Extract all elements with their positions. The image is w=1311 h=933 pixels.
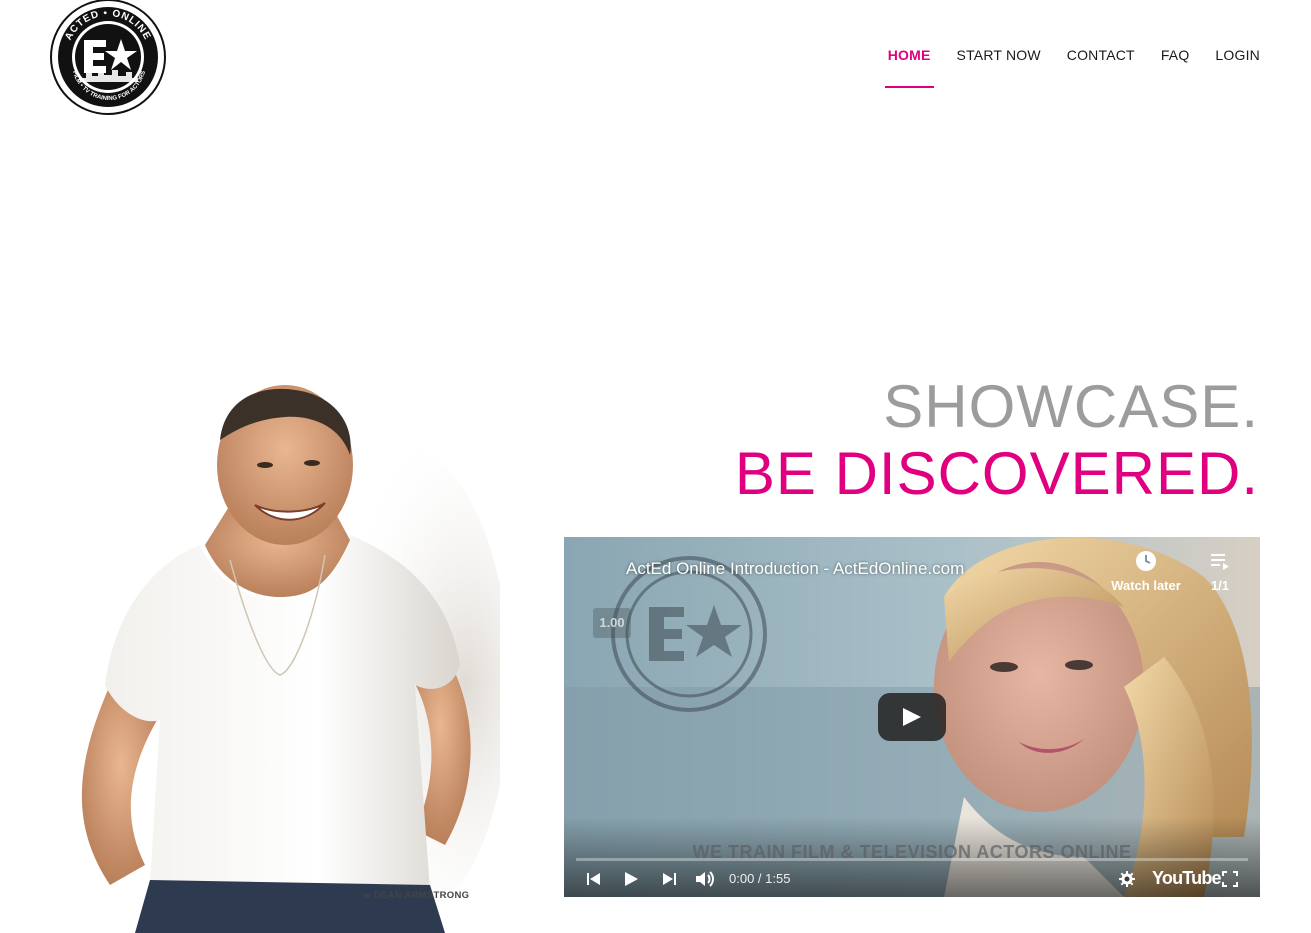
progress-bar[interactable] xyxy=(576,858,1248,861)
nav-home-label: HOME xyxy=(887,47,931,63)
active-underline xyxy=(884,86,934,88)
play-icon xyxy=(903,708,921,726)
video-time: 0:00 / 1:55 xyxy=(729,871,791,886)
playlist-icon xyxy=(1211,554,1229,570)
hero-heading-showcase: SHOWCASE. xyxy=(883,373,1259,440)
nav-start-now[interactable]: START NOW xyxy=(957,46,1041,88)
hero-heading-be-discovered: BE DISCOVERED. xyxy=(734,440,1259,507)
clock-icon xyxy=(1136,551,1156,571)
volume-icon[interactable] xyxy=(695,871,715,887)
settings-gear-icon[interactable] xyxy=(1119,871,1135,887)
nav-home[interactable]: HOME xyxy=(884,46,934,88)
page: ACTED • ONLINE FILM • TV TRAINING FOR AC… xyxy=(0,0,1311,933)
main-nav: HOME START NOW CONTACT FAQ LOGIN xyxy=(884,46,1260,88)
play-button-large[interactable] xyxy=(878,693,946,741)
nav-faq[interactable]: FAQ xyxy=(1161,46,1190,88)
next-icon[interactable] xyxy=(661,871,677,887)
nav-login[interactable]: LOGIN xyxy=(1215,46,1260,88)
play-icon-small[interactable] xyxy=(623,871,639,887)
acted-online-logo[interactable]: ACTED • ONLINE FILM • TV TRAINING FOR AC… xyxy=(50,0,167,115)
nav-contact[interactable]: CONTACT xyxy=(1067,46,1135,88)
previous-icon[interactable] xyxy=(586,871,602,887)
fullscreen-icon[interactable] xyxy=(1222,871,1238,887)
actor-photo xyxy=(81,385,500,933)
video-title[interactable]: ActEd Online Introduction - ActEdOnline.… xyxy=(626,559,964,579)
youtube-logo[interactable]: YouTube xyxy=(1152,868,1222,889)
watch-later-button[interactable]: Watch later xyxy=(1109,550,1183,593)
playlist-count: 1/1 xyxy=(1210,578,1230,593)
photo-credit: w DEAN ARMSTRONG xyxy=(363,890,470,901)
youtube-video-player[interactable]: ActEd Online Introduction - ActEdOnline.… xyxy=(564,537,1260,897)
watch-later-label: Watch later xyxy=(1111,578,1181,593)
playlist-button[interactable]: 1/1 xyxy=(1204,550,1236,593)
playback-speed-indicator: 1.00 xyxy=(593,608,631,638)
